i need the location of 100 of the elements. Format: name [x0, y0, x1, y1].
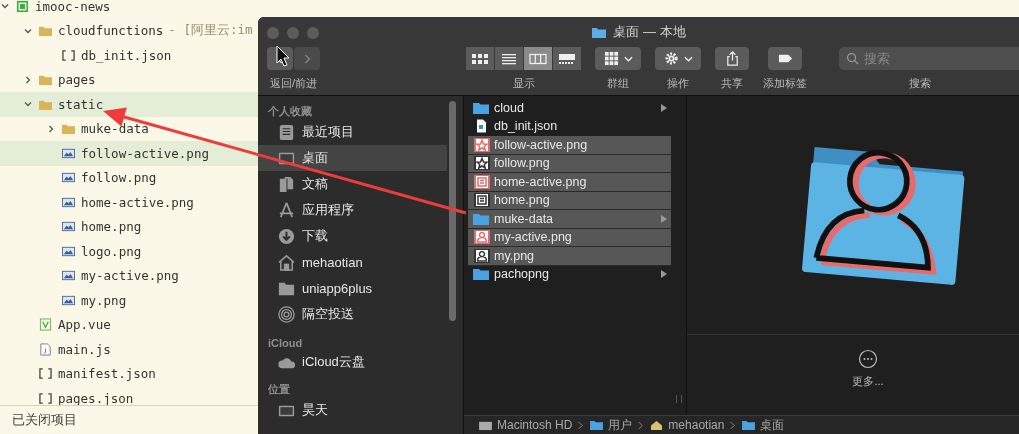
tree-item[interactable]: manifest.json [0, 361, 258, 386]
tree-item-label: pages.json [58, 390, 134, 405]
home-icon [277, 252, 296, 272]
folder-icon [472, 100, 490, 115]
tree-item[interactable]: my-active.png [0, 263, 258, 288]
sidebar-item[interactable]: 桌面 [258, 145, 447, 171]
project-icon [15, 0, 30, 13]
tree-item[interactable]: db_init.json [0, 43, 258, 68]
tree-item[interactable]: static [0, 92, 258, 117]
tree-item[interactable]: follow.png [0, 165, 258, 190]
sidebar-item[interactable]: 下载 [258, 223, 447, 249]
sidebar-heading: iCloud [267, 336, 304, 349]
file-name: follow.png [494, 156, 551, 171]
tree-item[interactable]: home.png [0, 214, 258, 239]
group-button[interactable] [595, 47, 641, 70]
home-icon [649, 419, 665, 431]
tree-item-label: main.js [58, 341, 111, 357]
gear-icon [663, 51, 679, 66]
folder-icon [741, 419, 757, 431]
file-name: home-active.png [494, 174, 588, 189]
scrollbar-thumb[interactable] [449, 101, 456, 321]
toolbar-label: 群组 [607, 76, 629, 91]
file-row[interactable]: pachopng [468, 265, 671, 284]
tag-button[interactable] [768, 47, 802, 70]
path-item[interactable]: Macintosh HD [478, 418, 573, 432]
cloud-env-label: - [阿里云:im [168, 22, 253, 40]
tree-item-label: manifest.json [58, 366, 156, 382]
window-title: 桌面 — 本地 [613, 23, 686, 41]
sidebar-item[interactable]: 最近项目 [258, 119, 447, 145]
image-icon [61, 244, 76, 258]
chevron-icon[interactable] [46, 123, 56, 134]
tree-item[interactable]: pages.json [0, 386, 258, 405]
file-row[interactable]: my.png [468, 247, 671, 266]
sidebar-item[interactable]: uniapp6plus [258, 275, 447, 301]
sidebar-item[interactable]: 隔空投送 [258, 301, 447, 327]
folder-icon [38, 24, 53, 38]
toolbar-label: 搜索 [908, 76, 931, 91]
file-row[interactable]: db_init.json [468, 117, 671, 136]
image-icon [61, 269, 76, 283]
search-field[interactable]: 搜索 [839, 47, 1019, 70]
columns-view-icon [529, 52, 547, 65]
more-icon[interactable] [858, 349, 878, 369]
view-option-button[interactable] [524, 47, 552, 70]
tree-item-label: muke-data [81, 121, 149, 137]
toolbar-label: 操作 [667, 76, 689, 91]
file-row[interactable]: muke-data [468, 210, 671, 229]
tree-item[interactable]: follow-active.png [0, 141, 258, 166]
file-row[interactable]: home-active.png [468, 173, 671, 192]
tree-item-label: my.png [81, 292, 127, 308]
brackets-icon [38, 391, 53, 405]
sidebar-heading: 位置 [267, 382, 291, 397]
file-name: my-active.png [494, 230, 573, 245]
tree-item[interactable]: muke-data [0, 116, 258, 141]
tree-item[interactable]: imooc-news [0, 0, 258, 19]
chevron-icon[interactable] [23, 74, 33, 85]
caret-icon [623, 55, 633, 62]
image-icon [61, 146, 76, 160]
view-option-button[interactable] [553, 47, 581, 70]
file-name: follow-active.png [494, 137, 589, 152]
action-button[interactable] [655, 47, 701, 70]
grid-icon [603, 51, 619, 66]
view-option-button[interactable] [466, 47, 494, 70]
column-resize-handle[interactable] [675, 395, 682, 403]
vue-file-icon [38, 318, 53, 332]
path-item[interactable]: 用户 [589, 416, 633, 434]
image-icon [61, 171, 76, 185]
tree-item-label: static [58, 96, 104, 112]
tree-item[interactable]: logo.png [0, 239, 258, 264]
share-button[interactable] [715, 47, 749, 70]
image-icon [61, 293, 76, 307]
file-name: db_init.json [494, 119, 559, 134]
sidebar-item[interactable]: iCloud云盘 [258, 349, 447, 375]
tree-item[interactable]: pages [0, 67, 258, 92]
image-icon [61, 195, 76, 209]
tree-item-label: cloudfunctions [58, 23, 164, 39]
view-option-button[interactable] [495, 47, 523, 70]
more-label[interactable]: 更多... [852, 374, 884, 389]
file-row[interactable]: cloud [468, 99, 671, 118]
apps-icon [277, 200, 296, 220]
tree-item[interactable]: my.png [0, 288, 258, 313]
tree-item[interactable]: main.js [0, 337, 258, 362]
sidebar-item[interactable]: 应用程序 [258, 197, 447, 223]
tree-item[interactable]: cloudfunctions - [阿里云:im [0, 18, 258, 43]
path-item[interactable]: mehaotian [649, 418, 725, 432]
path-item[interactable]: 桌面 [741, 416, 785, 434]
documents-icon [277, 174, 296, 194]
triangle-icon [661, 270, 667, 279]
folder-icon [591, 25, 608, 39]
tree-item[interactable]: App.vue [0, 312, 258, 337]
file-row[interactable]: follow-active.png [468, 136, 671, 155]
sidebar-item[interactable]: 文稿 [258, 171, 447, 197]
closed-projects-section[interactable]: 已关闭项目 [0, 405, 258, 434]
chevron-icon [730, 420, 736, 430]
tree-item[interactable]: home-active.png [0, 190, 258, 215]
toolbar-label: 共享 [721, 76, 743, 91]
sidebar-item[interactable]: mehaotian [258, 249, 447, 275]
brackets-icon [61, 48, 76, 62]
downloads-icon [277, 226, 296, 246]
sidebar-item[interactable]: 昊天 [258, 397, 447, 423]
toolbar-label: 显示 [512, 76, 535, 91]
